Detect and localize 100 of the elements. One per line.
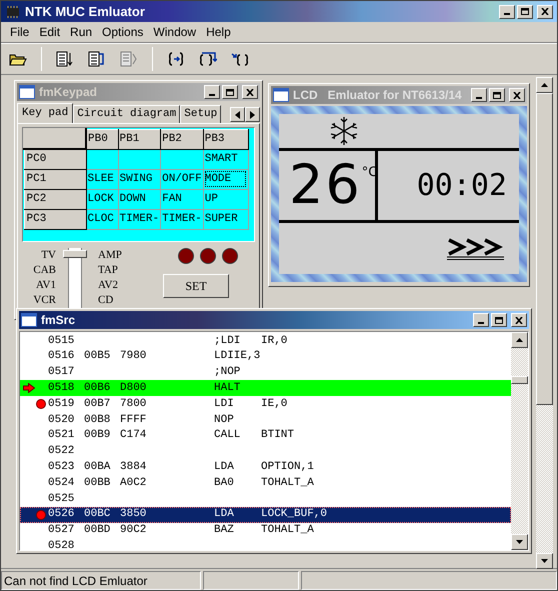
set-button[interactable]: SET [163,274,229,298]
close-button[interactable] [511,313,527,327]
source-row[interactable]: 0524 00BB A0C2 BA0 TOHALT_A [20,475,511,491]
menu-item[interactable]: Window [148,23,202,41]
list-down-arrow-icon[interactable] [56,51,74,67]
operand-text: TOHALT_A [261,476,315,491]
line-number: 0527 [48,523,76,538]
slider-label: TV [41,248,56,263]
source-row[interactable]: 0518 00B6 D800 HALT [20,380,511,396]
address-text: 00BC [84,507,112,522]
scroll-down-button[interactable] [511,534,528,550]
instruction-text: LDIIE,3 [214,349,261,364]
address-text: 00B6 [84,381,112,396]
opcode-text: 90C2 [120,523,148,538]
listing-scrollbar[interactable] [511,332,528,550]
slider-label: CAB [33,263,56,278]
step-out-braces-icon[interactable] [231,51,249,67]
close-button[interactable] [242,85,258,99]
key-cell[interactable] [86,149,118,169]
source-row[interactable]: 0523 00BA 3884 LDA OPTION,1 [20,459,511,476]
source-row[interactable]: 0525 [20,490,511,507]
maximize-button[interactable] [517,4,533,18]
line-number: 0522 [48,444,76,460]
opcode-text: A0C2 [120,476,148,491]
column-header: PB2 [160,129,204,149]
maximize-button[interactable] [489,88,505,102]
slider-thumb[interactable] [63,250,87,258]
source-row[interactable]: 0528 [20,538,511,550]
maximize-button[interactable] [222,85,238,99]
list-loop-arrow-icon[interactable] [88,51,106,67]
slider-label: AV1 [36,278,56,293]
address-text: 00B7 [84,396,112,412]
close-icon [246,88,254,96]
source-row[interactable]: 0520 00B8 FFFF NOP [20,412,511,428]
key-cell[interactable] [160,149,204,169]
scroll-down-button[interactable] [536,553,553,569]
maximize-button[interactable] [491,313,507,327]
operand-text: LOCK_BUF,0 [261,507,328,522]
status-text: Can not find LCD Emluator [1,571,201,590]
window-title: fmSrc [41,312,76,329]
key-label: CLOC [86,209,118,229]
slider-track[interactable] [62,248,88,308]
source-row[interactable]: 0522 [20,444,511,460]
close-button[interactable] [509,88,525,102]
row-header: PC2 [24,189,86,209]
operand-text: TOHALT_A [261,523,315,538]
menu-item[interactable]: Edit [34,23,66,41]
opcode-text: D800 [120,381,148,396]
window-title: LCD Emluator for NT6613/14 [293,87,462,104]
scroll-thumb[interactable] [536,93,553,405]
source-row[interactable]: 0521 00B9 C174 CALL BTINT [20,428,511,444]
right-arrow-icon [250,110,255,118]
instruction-text: BA0 [214,476,235,491]
vertical-scrollbar[interactable] [536,77,553,569]
menu-item[interactable]: Options [97,23,148,41]
step-into-braces-icon[interactable] [167,51,185,67]
temperature-reading: 26 [289,155,362,215]
scroll-thumb[interactable] [511,376,528,384]
up-arrow-icon [516,338,523,342]
scroll-up-button[interactable] [536,77,553,93]
menu-item[interactable]: Help [201,23,236,41]
instruction-text: ;LDI [214,334,242,349]
slider-label: VCR [33,293,56,308]
key-label: UP [203,189,248,209]
key-label: LOCK [86,189,118,209]
down-arrow-icon [541,559,548,563]
minimize-button[interactable] [204,85,220,99]
source-row[interactable]: 0519 00B7 7800 LDI IE,0 [20,396,511,412]
minimize-button[interactable] [471,88,487,102]
source-row[interactable]: 0517 ;NOP [20,364,511,380]
source-row[interactable]: 0515 ;LDI IR,0 [20,333,511,349]
menu-item[interactable]: Run [65,23,98,41]
minimize-button[interactable] [499,4,515,18]
line-number: 0517 [48,365,76,380]
key-label: TIMER- [160,209,204,229]
maximize-icon [521,8,529,15]
minimize-button[interactable] [473,313,489,327]
address-text: 00BB [84,476,112,491]
key-label: TIMER- [118,209,161,229]
line-number: 0528 [48,539,76,550]
close-button[interactable] [537,4,553,18]
tab[interactable]: Key pad [17,103,74,123]
tab-scroll-right-button[interactable] [245,107,260,122]
step-over-braces-icon[interactable] [199,51,217,67]
scroll-up-button[interactable] [511,332,528,348]
tab[interactable]: Setup [180,105,222,123]
key-cell[interactable] [118,149,161,169]
key-label: SMART [203,149,248,169]
source-row[interactable]: 0516 00B5 7980 LDIIE,3 [20,348,511,365]
source-row[interactable]: 0526 00BC 3850 LDA LOCK_BUF,0 [20,506,511,523]
line-number: 0521 [48,428,76,444]
menu-item[interactable]: File [5,23,34,41]
window-icon [21,313,37,327]
tab[interactable]: Circuit diagram [73,105,180,123]
line-number: 0523 [48,460,76,476]
source-row[interactable]: 0527 00BD 90C2 BAZ TOHALT_A [20,522,511,538]
tab-scroll-left-button[interactable] [230,107,245,122]
chip-icon [5,4,21,18]
key-label: SLEE [86,169,118,189]
opcode-text: 3850 [120,507,148,522]
